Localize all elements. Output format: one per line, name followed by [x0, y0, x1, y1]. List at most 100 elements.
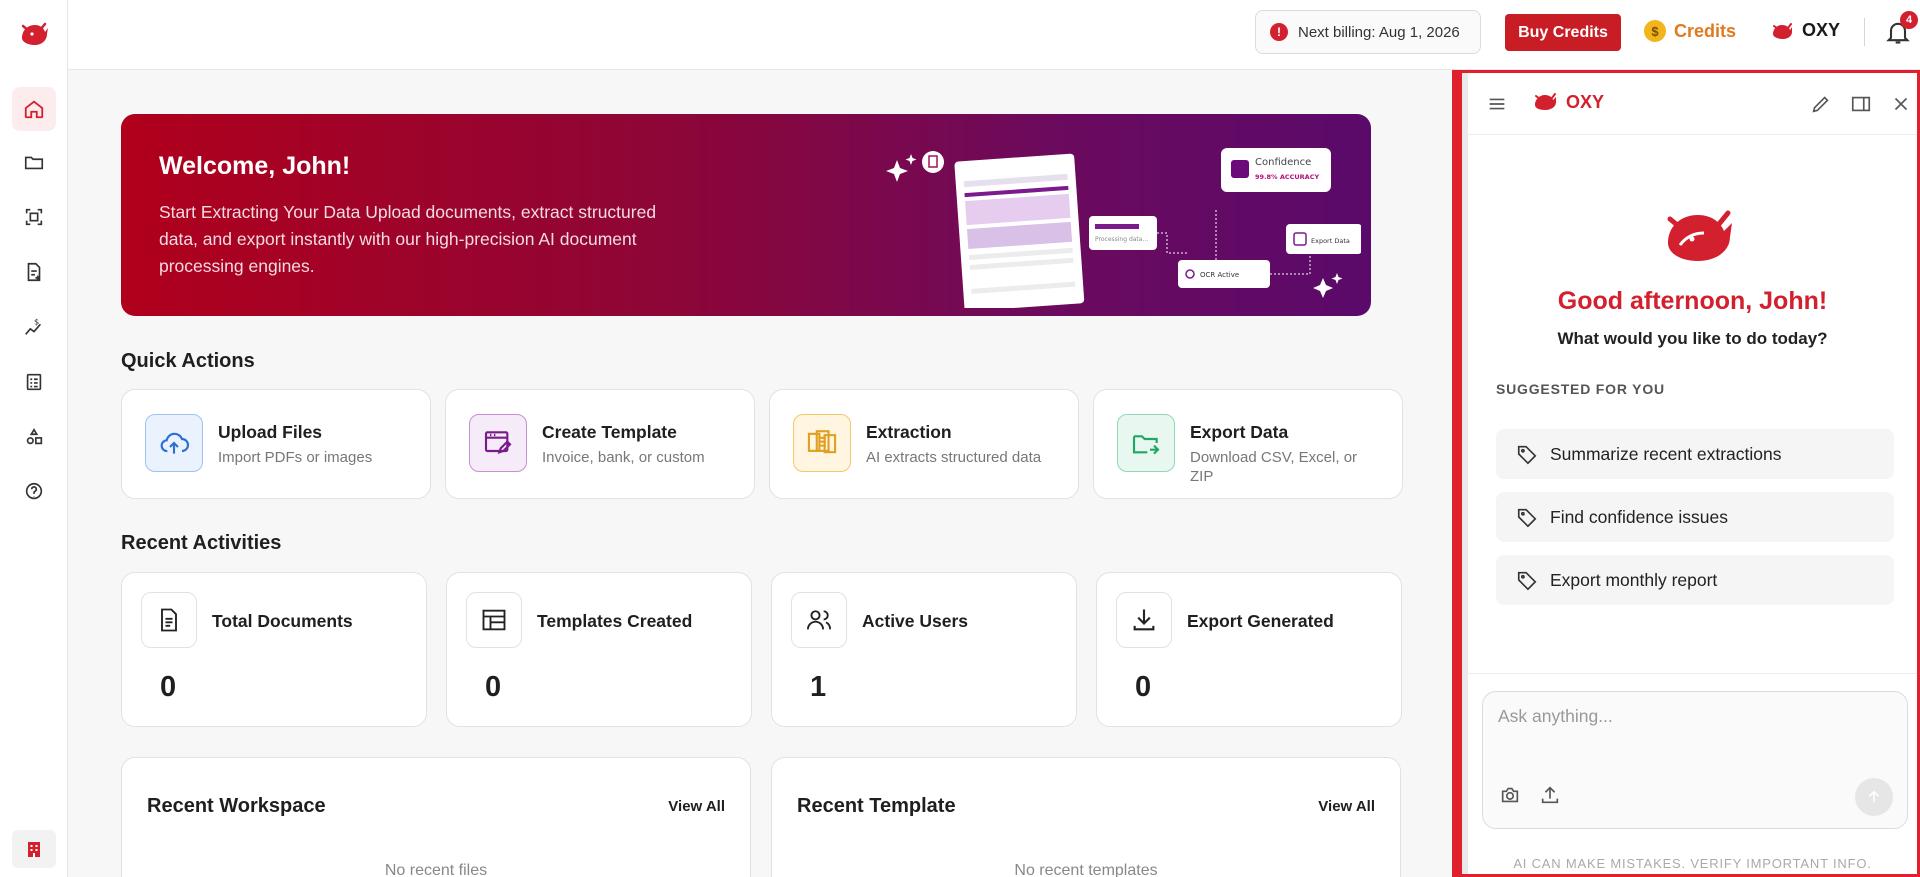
template-view-all-link[interactable]: View All: [1318, 798, 1375, 815]
export-art-label: Export Data: [1311, 237, 1350, 245]
suggestion-label: Export monthly report: [1550, 569, 1718, 590]
coin-icon: $: [1644, 20, 1666, 42]
upload-files-subtitle: Import PDFs or images: [218, 449, 373, 466]
tag-icon: [1517, 508, 1537, 528]
chat-composer[interactable]: Ask anything...: [1482, 691, 1908, 829]
create-template-card[interactable]: Create Template Invoice, bank, or custom: [445, 389, 755, 499]
assistant-prompt: What would you like to do today?: [1557, 329, 1828, 348]
export-generated-value: 0: [1135, 671, 1152, 703]
tag-icon: [1517, 571, 1537, 591]
upload-files-card[interactable]: Upload Files Import PDFs or images: [121, 389, 431, 499]
export-data-title: Export Data: [1190, 422, 1289, 442]
extraction-title: Extraction: [866, 422, 952, 442]
suggestion-label: Summarize recent extractions: [1550, 443, 1782, 464]
processing-art-label: Processing data...: [1095, 236, 1148, 243]
oxy-assistant-panel: OXY Good afternoon, John! What would you…: [1452, 70, 1920, 877]
upload-icon[interactable]: [1539, 784, 1561, 806]
suggestion-export[interactable]: Export monthly report: [1496, 555, 1894, 605]
document-icon: [141, 592, 197, 648]
suggested-title: SUGGESTED FOR YOU: [1496, 381, 1665, 397]
welcome-description: Start Extracting Your Data Upload docume…: [159, 202, 657, 276]
billing-text: Next billing: Aug 1, 2026: [1298, 23, 1460, 41]
header-divider: [1864, 18, 1865, 46]
billing-trend-icon[interactable]: $: [12, 305, 56, 349]
edit-icon[interactable]: [1810, 93, 1832, 115]
buy-credits-button[interactable]: Buy Credits: [1505, 14, 1621, 51]
oxy-bull-icon: [1535, 93, 1556, 110]
accuracy-art-label: 99.8% ACCURACY: [1255, 173, 1319, 181]
send-button[interactable]: [1855, 778, 1893, 816]
active-users-value: 1: [810, 671, 827, 703]
suggestion-confidence[interactable]: Find confidence issues: [1496, 492, 1894, 542]
workspace-empty-state: No recent files: [384, 862, 488, 877]
total-documents-card: Total Documents 0: [121, 572, 427, 727]
active-users-card: Active Users 1: [771, 572, 1077, 727]
notification-count-badge: 4: [1900, 11, 1918, 29]
bull-logo-icon[interactable]: [15, 16, 53, 52]
oxy-bull-logo-icon: [1667, 210, 1732, 261]
document-processing-illustration: Processing data... OCR Active Confidence…: [886, 148, 1361, 308]
folder-export-icon: [1117, 414, 1175, 472]
download-icon: [1116, 592, 1172, 648]
confidence-art-label: Confidence: [1255, 157, 1311, 168]
templates-created-value: 0: [485, 671, 502, 703]
billing-badge[interactable]: ! Next billing: Aug 1, 2026: [1255, 10, 1481, 54]
export-data-subtitle: Download CSV, Excel, or ZIP: [1190, 449, 1358, 485]
documents-icon: [793, 414, 851, 472]
arrow-up-icon: [1868, 790, 1880, 803]
welcome-banner: Welcome, John! Start Extracting Your Dat…: [121, 114, 1371, 316]
cloud-upload-icon: [145, 414, 203, 472]
assistant-greeting: Good afternoon, John!: [1557, 287, 1828, 315]
oxy-assistant-button[interactable]: OXY: [1770, 20, 1840, 41]
extraction-card[interactable]: Extraction AI extracts structured data: [769, 389, 1079, 499]
ocr-art-label: OCR Active: [1200, 271, 1239, 279]
assistant-brand: OXY: [1532, 91, 1604, 113]
users-icon: [791, 592, 847, 648]
info-alert-icon: !: [1270, 23, 1288, 41]
shapes-icon[interactable]: [12, 415, 56, 459]
tag-icon: [1517, 445, 1537, 465]
oxy-label: OXY: [1802, 20, 1841, 40]
folder-icon[interactable]: [12, 140, 56, 184]
credits-label: Credits: [1674, 20, 1737, 41]
export-generated-title: Export Generated: [1187, 611, 1334, 631]
create-template-subtitle: Invoice, bank, or custom: [542, 449, 705, 466]
menu-icon[interactable]: [1486, 93, 1508, 115]
welcome-title: Welcome, John!: [159, 152, 351, 180]
workspace-view-all-link[interactable]: View All: [668, 798, 725, 815]
company-icon[interactable]: [12, 830, 56, 868]
oxy-bull-icon: [1773, 22, 1792, 39]
assistant-brand-label: OXY: [1566, 91, 1605, 112]
quick-actions-title: Quick Actions: [121, 350, 255, 372]
templates-created-title: Templates Created: [537, 611, 693, 631]
suggestion-label: Find confidence issues: [1550, 506, 1729, 527]
layout-icon: [466, 592, 522, 648]
camera-icon[interactable]: [1499, 784, 1521, 806]
ai-disclaimer: AI CAN MAKE MISTAKES. VERIFY IMPORTANT I…: [1513, 856, 1872, 871]
recent-template-panel: Recent Template View All No recent templ…: [771, 757, 1401, 877]
suggestion-summarize[interactable]: Summarize recent extractions: [1496, 429, 1894, 479]
recent-activities-title: Recent Activities: [121, 532, 282, 554]
document-add-icon[interactable]: [12, 250, 56, 294]
close-icon[interactable]: [1890, 93, 1912, 115]
extraction-subtitle: AI extracts structured data: [866, 449, 1042, 466]
total-documents-title: Total Documents: [212, 611, 353, 631]
credits-button[interactable]: $ Credits: [1644, 20, 1736, 42]
sidebar-toggle-icon[interactable]: [1850, 93, 1872, 115]
upload-files-title: Upload Files: [218, 422, 323, 442]
assistant-header: OXY: [1468, 73, 1917, 135]
help-icon[interactable]: [12, 470, 56, 514]
recent-workspace-title: Recent Workspace: [147, 795, 326, 817]
templates-created-card: Templates Created 0: [446, 572, 752, 727]
scan-icon[interactable]: [12, 195, 56, 239]
svg-text:$: $: [34, 316, 39, 326]
calculator-icon[interactable]: [12, 360, 56, 404]
export-data-card[interactable]: Export Data Download CSV, Excel, or ZIP: [1093, 389, 1403, 499]
recent-template-title: Recent Template: [797, 795, 956, 817]
main-content: Welcome, John! Start Extracting Your Dat…: [68, 70, 1452, 877]
top-header: ! Next billing: Aug 1, 2026 Buy Credits …: [68, 0, 1920, 70]
home-icon[interactable]: [12, 87, 56, 131]
template-empty-state: No recent templates: [1014, 862, 1158, 877]
total-documents-value: 0: [160, 671, 177, 703]
chat-input[interactable]: Ask anything...: [1498, 706, 1613, 727]
